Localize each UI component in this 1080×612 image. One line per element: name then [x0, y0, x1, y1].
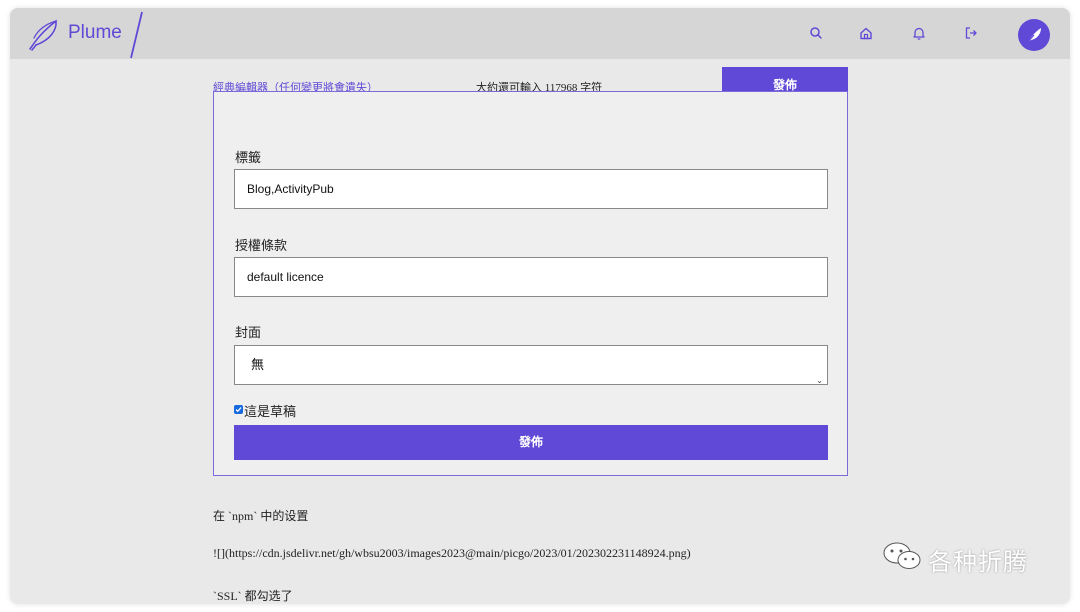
article-line-npm: 在 `npm` 中的设置: [213, 509, 309, 523]
publish-button[interactable]: 發佈: [234, 425, 828, 460]
bell-icon[interactable]: [911, 25, 927, 41]
top-navbar: Plume: [10, 8, 1070, 59]
article-line-image: ![](https://cdn.jsdelivr.net/gh/wbsu2003…: [213, 546, 691, 560]
publish-tab-button[interactable]: 發佈: [722, 67, 848, 92]
home-icon[interactable]: [858, 25, 874, 41]
brand-divider-icon: [130, 11, 143, 59]
tags-label: 標籤: [235, 150, 262, 165]
draft-checkbox[interactable]: [234, 405, 243, 414]
wechat-icon: [883, 542, 921, 569]
license-input[interactable]: default licence: [234, 257, 828, 297]
license-label: 授權條款: [235, 238, 288, 253]
logout-icon[interactable]: [963, 25, 979, 41]
article-line-ssl: `SSL` 都勾选了: [213, 589, 293, 603]
chevron-down-icon: ⌄: [816, 376, 823, 385]
user-avatar[interactable]: [1018, 19, 1050, 51]
cover-label: 封面: [235, 325, 262, 340]
search-icon[interactable]: [808, 25, 824, 41]
feather-icon: [1026, 28, 1041, 44]
plume-logo-icon[interactable]: [26, 18, 60, 52]
watermark-text: 各种折腾: [928, 549, 1028, 576]
cover-select-value: 無: [251, 357, 265, 372]
cover-select[interactable]: 無 ⌄: [234, 345, 828, 385]
tags-input[interactable]: Blog,ActivityPub: [234, 169, 828, 209]
brand-name[interactable]: Plume: [68, 22, 122, 44]
publish-panel: 標籤 Blog,ActivityPub 授權條款 default licence…: [213, 91, 848, 476]
checkmark-icon: [235, 407, 242, 413]
draft-label[interactable]: 這是草稿: [244, 401, 296, 420]
